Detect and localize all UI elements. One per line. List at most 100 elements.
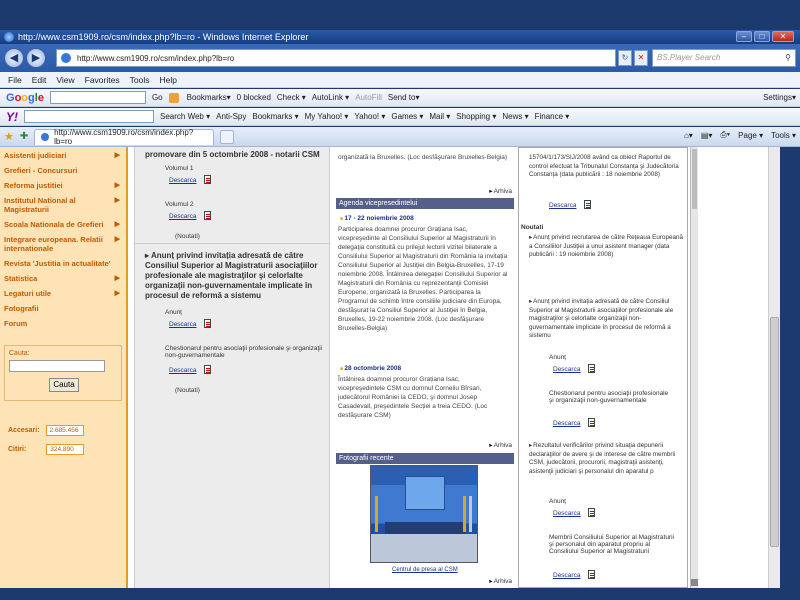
tools-menu[interactable]: Tools ▾ bbox=[771, 131, 796, 140]
back-button[interactable]: ◀ bbox=[4, 48, 24, 68]
sidebar-item[interactable]: Fotografii bbox=[0, 301, 126, 316]
sidebar-item[interactable]: Asistenti judiciari ▶ bbox=[0, 148, 126, 163]
right-column-scroll-down[interactable] bbox=[691, 579, 698, 586]
yahoo-myyahoo[interactable]: My Yahoo! ▾ bbox=[305, 112, 349, 121]
anunt-download[interactable]: Descarca bbox=[169, 319, 212, 329]
yahoo-mail[interactable]: Mail ▾ bbox=[429, 112, 450, 121]
menu-tools[interactable]: Tools bbox=[130, 75, 150, 85]
yahoo-finance[interactable]: Finance ▾ bbox=[535, 112, 570, 121]
forward-button[interactable]: ▶ bbox=[26, 48, 46, 68]
close-button[interactable]: ✕ bbox=[772, 31, 794, 42]
photo-caption-link[interactable]: Centrul de presa al CSM bbox=[392, 567, 458, 573]
volume2-label: Volumul 2 bbox=[165, 201, 194, 208]
noutati-link-1[interactable]: (Noutati) bbox=[175, 233, 200, 240]
feeds-icon[interactable]: ▤▾ bbox=[701, 131, 713, 140]
volume2-download-link[interactable]: Descarca bbox=[169, 213, 196, 220]
site-search-button[interactable]: Cauta bbox=[49, 378, 79, 392]
pdf-icon bbox=[588, 508, 596, 518]
sidebar-item[interactable]: Forum bbox=[0, 316, 126, 331]
yahoo-shopping[interactable]: Shopping ▾ bbox=[456, 112, 496, 121]
google-bookmarks[interactable]: Bookmarks▾ bbox=[187, 93, 231, 102]
arhiva-link-3[interactable]: Arhiva bbox=[489, 577, 512, 585]
new-tab-button[interactable] bbox=[220, 129, 235, 144]
search-icon[interactable]: ⚲ bbox=[785, 53, 791, 63]
google-check[interactable]: Check ▾ bbox=[277, 93, 306, 102]
volume1-download[interactable]: Descarca bbox=[169, 175, 212, 185]
url-input[interactable]: http://www.csm1909.ro/csm/index.php?lb=r… bbox=[56, 49, 616, 67]
right-download-link-3[interactable]: Descarca bbox=[553, 420, 580, 427]
yahoo-yahoo[interactable]: Yahoo! ▾ bbox=[354, 112, 385, 121]
yahoo-bookmarks[interactable]: Bookmarks ▾ bbox=[252, 112, 298, 121]
sidebar-item[interactable]: Revista 'Justitia in actualitate' bbox=[0, 256, 126, 271]
arhiva-link-2[interactable]: Arhiva bbox=[489, 441, 512, 449]
right-download-3[interactable]: Descarca bbox=[553, 418, 596, 428]
right-download-link-5[interactable]: Descarca bbox=[553, 572, 580, 579]
right-download-5[interactable]: Descarca bbox=[553, 570, 596, 580]
yahoo-antispy[interactable]: Anti-Spy bbox=[216, 112, 246, 121]
sidebar-item[interactable]: Integrare europeana. Relatii internation… bbox=[0, 232, 126, 256]
sidebar-item[interactable]: Legaturi utile ▶ bbox=[0, 286, 126, 301]
arhiva-link-1[interactable]: Arhiva bbox=[489, 187, 512, 195]
right-column: 15704/1/173/SIJ/2008 având ca obiect Rap… bbox=[518, 147, 688, 588]
volume1-download-link[interactable]: Descarca bbox=[169, 177, 196, 184]
anunt-download-link[interactable]: Descarca bbox=[169, 321, 196, 328]
yahoo-games[interactable]: Games ▾ bbox=[391, 112, 423, 121]
maximize-button[interactable]: □ bbox=[754, 31, 770, 42]
sidebar-item[interactable]: Statistica ▶ bbox=[0, 271, 126, 286]
page-scroll-thumb[interactable] bbox=[770, 317, 779, 547]
sidebar-item[interactable]: Institutul National al Magistraturii ▶ bbox=[0, 193, 126, 217]
menu-favorites[interactable]: Favorites bbox=[85, 75, 120, 85]
right-column-scrollbar[interactable] bbox=[690, 147, 698, 588]
right-download-link-4[interactable]: Descarca bbox=[553, 510, 580, 517]
search-input[interactable]: BS.Player Search ⚲ bbox=[652, 49, 796, 67]
pdf-icon bbox=[588, 418, 596, 428]
google-settings[interactable]: Settings▾ bbox=[763, 93, 796, 102]
chestionar-download-link[interactable]: Descarca bbox=[169, 367, 196, 374]
right-item-3[interactable]: Rezultatul verificărilor privind situaţi… bbox=[529, 442, 684, 476]
right-item-2[interactable]: Anunț privind invitația adresată de cătr… bbox=[529, 298, 684, 341]
menu-file[interactable]: File bbox=[8, 75, 22, 85]
refresh-button[interactable]: ↻ bbox=[618, 50, 632, 66]
tab-csm[interactable]: http://www.csm1909.ro/csm/index.php?lb=r… bbox=[34, 128, 215, 146]
yahoo-search-web[interactable]: Search Web ▾ bbox=[160, 112, 210, 121]
minimize-button[interactable]: – bbox=[736, 31, 752, 42]
google-autofill[interactable]: AutoFill bbox=[355, 93, 382, 102]
recent-photo[interactable] bbox=[370, 465, 478, 563]
google-autolink[interactable]: AutoLink ▾ bbox=[312, 93, 349, 102]
chestionar-download[interactable]: Descarca bbox=[169, 365, 212, 375]
google-sendto[interactable]: Send to▾ bbox=[388, 93, 420, 102]
right-download-4[interactable]: Descarca bbox=[553, 508, 596, 518]
sidebar-item[interactable]: Scoala Nationala de Grefieri ▶ bbox=[0, 217, 126, 232]
anunt-heading[interactable]: ▸ Anunț privind invitația adresată de că… bbox=[145, 251, 325, 301]
site-search-input[interactable] bbox=[9, 360, 105, 372]
page-menu[interactable]: Page ▾ bbox=[738, 131, 763, 140]
stop-button[interactable]: ✕ bbox=[634, 50, 648, 66]
google-go-button[interactable]: Go bbox=[152, 93, 163, 102]
print-icon[interactable]: ⎙▾ bbox=[720, 130, 730, 140]
google-options-icon[interactable] bbox=[168, 92, 179, 103]
right-download-link-1[interactable]: Descarca bbox=[549, 202, 576, 209]
right-item-1[interactable]: Anunț privind recrutarea de către Reţeau… bbox=[529, 234, 684, 260]
yahoo-search-input[interactable] bbox=[24, 110, 154, 123]
noutati-link-2[interactable]: (Noutati) bbox=[175, 387, 200, 394]
right-column-scroll-thumb[interactable] bbox=[692, 149, 697, 209]
google-search-input[interactable] bbox=[49, 91, 146, 104]
right-download-link-2[interactable]: Descarca bbox=[553, 366, 580, 373]
url-text: http://www.csm1909.ro/csm/index.php?lb=r… bbox=[77, 53, 235, 63]
menu-edit[interactable]: Edit bbox=[32, 75, 47, 85]
menu-help[interactable]: Help bbox=[159, 75, 176, 85]
menu-view[interactable]: View bbox=[56, 75, 74, 85]
home-icon[interactable]: ⌂▾ bbox=[684, 131, 693, 140]
right-download-2[interactable]: Descarca bbox=[553, 364, 596, 374]
sidebar-item[interactable]: Reforma justitiei ▶ bbox=[0, 178, 126, 193]
ie-logo-icon bbox=[4, 32, 14, 42]
volume2-download[interactable]: Descarca bbox=[169, 211, 212, 221]
add-favorites-icon[interactable]: ✚ bbox=[20, 131, 28, 142]
google-popup-blocked[interactable]: 0 blocked bbox=[237, 93, 271, 102]
yahoo-logo: Y! bbox=[6, 109, 18, 124]
favorites-star-icon[interactable]: ★ bbox=[4, 130, 14, 143]
right-download-1[interactable]: Descarca bbox=[549, 200, 592, 210]
yahoo-news[interactable]: News ▾ bbox=[502, 112, 528, 121]
page-scrollbar[interactable] bbox=[768, 147, 780, 588]
sidebar-item[interactable]: Grefieri - Concursuri bbox=[0, 163, 126, 178]
